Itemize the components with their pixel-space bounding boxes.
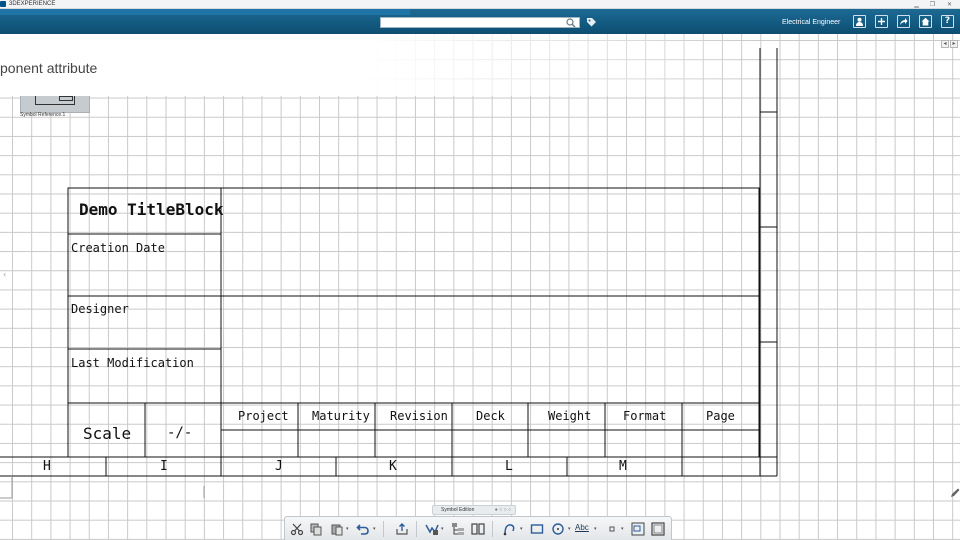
- scale-label[interactable]: Scale: [83, 424, 131, 443]
- attribute-deck[interactable]: Deck: [476, 409, 505, 423]
- side-panel-toggle-icon[interactable]: ‹: [3, 270, 6, 279]
- paste-dropdown-icon[interactable]: ▾: [346, 526, 349, 532]
- creation-date-label[interactable]: Creation Date: [71, 241, 165, 255]
- rectangle-icon[interactable]: [530, 522, 544, 536]
- attribute-weight[interactable]: Weight: [548, 409, 591, 423]
- select-dropdown-icon[interactable]: ▾: [441, 526, 444, 532]
- copy-icon[interactable]: [309, 522, 323, 536]
- last-modification-label[interactable]: Last Modification: [71, 356, 194, 370]
- symbol-edition-text: Symbol Edition: [441, 507, 475, 513]
- point-dropdown-icon[interactable]: ▾: [621, 526, 624, 532]
- symbol-edition-label[interactable]: Symbol Edition ● ○ ○ ○: [432, 505, 516, 515]
- split-icon[interactable]: [471, 522, 485, 536]
- toolbar-separator: [492, 521, 493, 537]
- attribute-format[interactable]: Format: [623, 409, 666, 423]
- curve-icon[interactable]: [503, 522, 517, 536]
- undo-icon[interactable]: [356, 522, 370, 536]
- title-block-title[interactable]: Demo TitleBlock: [79, 200, 224, 219]
- tree-icon[interactable]: [451, 522, 465, 536]
- export-icon[interactable]: [395, 522, 409, 536]
- curve-dropdown-icon[interactable]: ▾: [520, 526, 523, 532]
- toolbar-separator: [416, 521, 417, 537]
- box-icon[interactable]: [651, 522, 665, 536]
- point-icon[interactable]: [605, 522, 619, 536]
- pen-icon[interactable]: [950, 488, 960, 498]
- zone-letter: K: [389, 459, 397, 474]
- zone-letter: H: [43, 459, 51, 474]
- designer-label[interactable]: Designer: [71, 302, 129, 316]
- circle-icon[interactable]: [551, 522, 565, 536]
- paste-icon[interactable]: [330, 522, 344, 536]
- frame-icon[interactable]: [631, 522, 645, 536]
- zone-letter: M: [619, 459, 627, 474]
- action-bar: ▾ ▾ ▾ ▾ ▾ Abc ▾ ▾: [284, 516, 672, 540]
- zone-letter: L: [505, 459, 513, 474]
- select-icon[interactable]: [425, 522, 439, 536]
- zone-letter: J: [275, 459, 283, 474]
- attribute-maturity[interactable]: Maturity: [312, 409, 370, 423]
- page-dots[interactable]: ● ○ ○ ○: [495, 506, 511, 514]
- title-block-drawing: [0, 48, 778, 499]
- undo-dropdown-icon[interactable]: ▾: [373, 526, 376, 532]
- collapse-right-button[interactable]: ▸: [950, 40, 958, 48]
- text-icon[interactable]: Abc: [575, 523, 589, 532]
- attribute-revision[interactable]: Revision: [390, 409, 448, 423]
- toolbar-separator: [383, 521, 384, 537]
- collapse-left-button[interactable]: ◂: [941, 40, 949, 48]
- attribute-project[interactable]: Project: [238, 409, 289, 423]
- scale-value[interactable]: -/-: [167, 425, 192, 441]
- circle-dropdown-icon[interactable]: ▾: [568, 526, 571, 532]
- text-dropdown-icon[interactable]: ▾: [594, 526, 597, 532]
- cut-icon[interactable]: [290, 522, 304, 536]
- zone-letter: I: [160, 459, 168, 474]
- attribute-page[interactable]: Page: [706, 409, 735, 423]
